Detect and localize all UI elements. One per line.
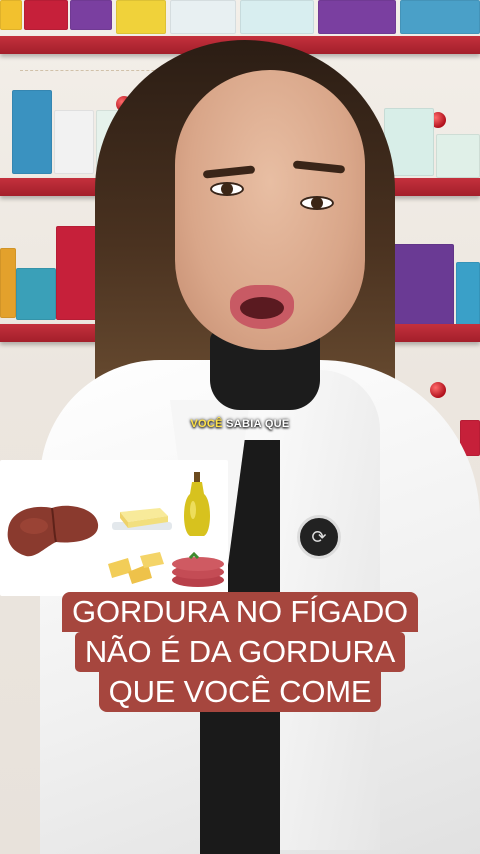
headline-line-3: QUE VOCÊ COME <box>98 672 382 712</box>
caption-highlight: VOCÊ <box>190 418 223 430</box>
butter-icon <box>112 508 172 530</box>
mouth <box>230 285 294 329</box>
pin-badge-icon: ⟳ <box>297 515 341 559</box>
food-inset-image <box>0 460 228 596</box>
headline-line-1: GORDURA NO FÍGADO <box>62 592 418 632</box>
olive-oil-icon <box>184 472 210 536</box>
headline-line-2: NÃO É DA GORDURA <box>74 632 406 672</box>
cheese-icon <box>108 552 164 584</box>
headline-overlay: GORDURA NO FÍGADO NÃO É DA GORDURA QUE V… <box>0 592 480 712</box>
ornament-icon <box>430 382 446 398</box>
caption-rest: SABIA QUE <box>222 418 290 430</box>
subtitle-caption: VOCÊ SABIA QUE <box>0 418 480 430</box>
liver-icon <box>7 505 99 557</box>
bacon-icon <box>172 552 224 587</box>
